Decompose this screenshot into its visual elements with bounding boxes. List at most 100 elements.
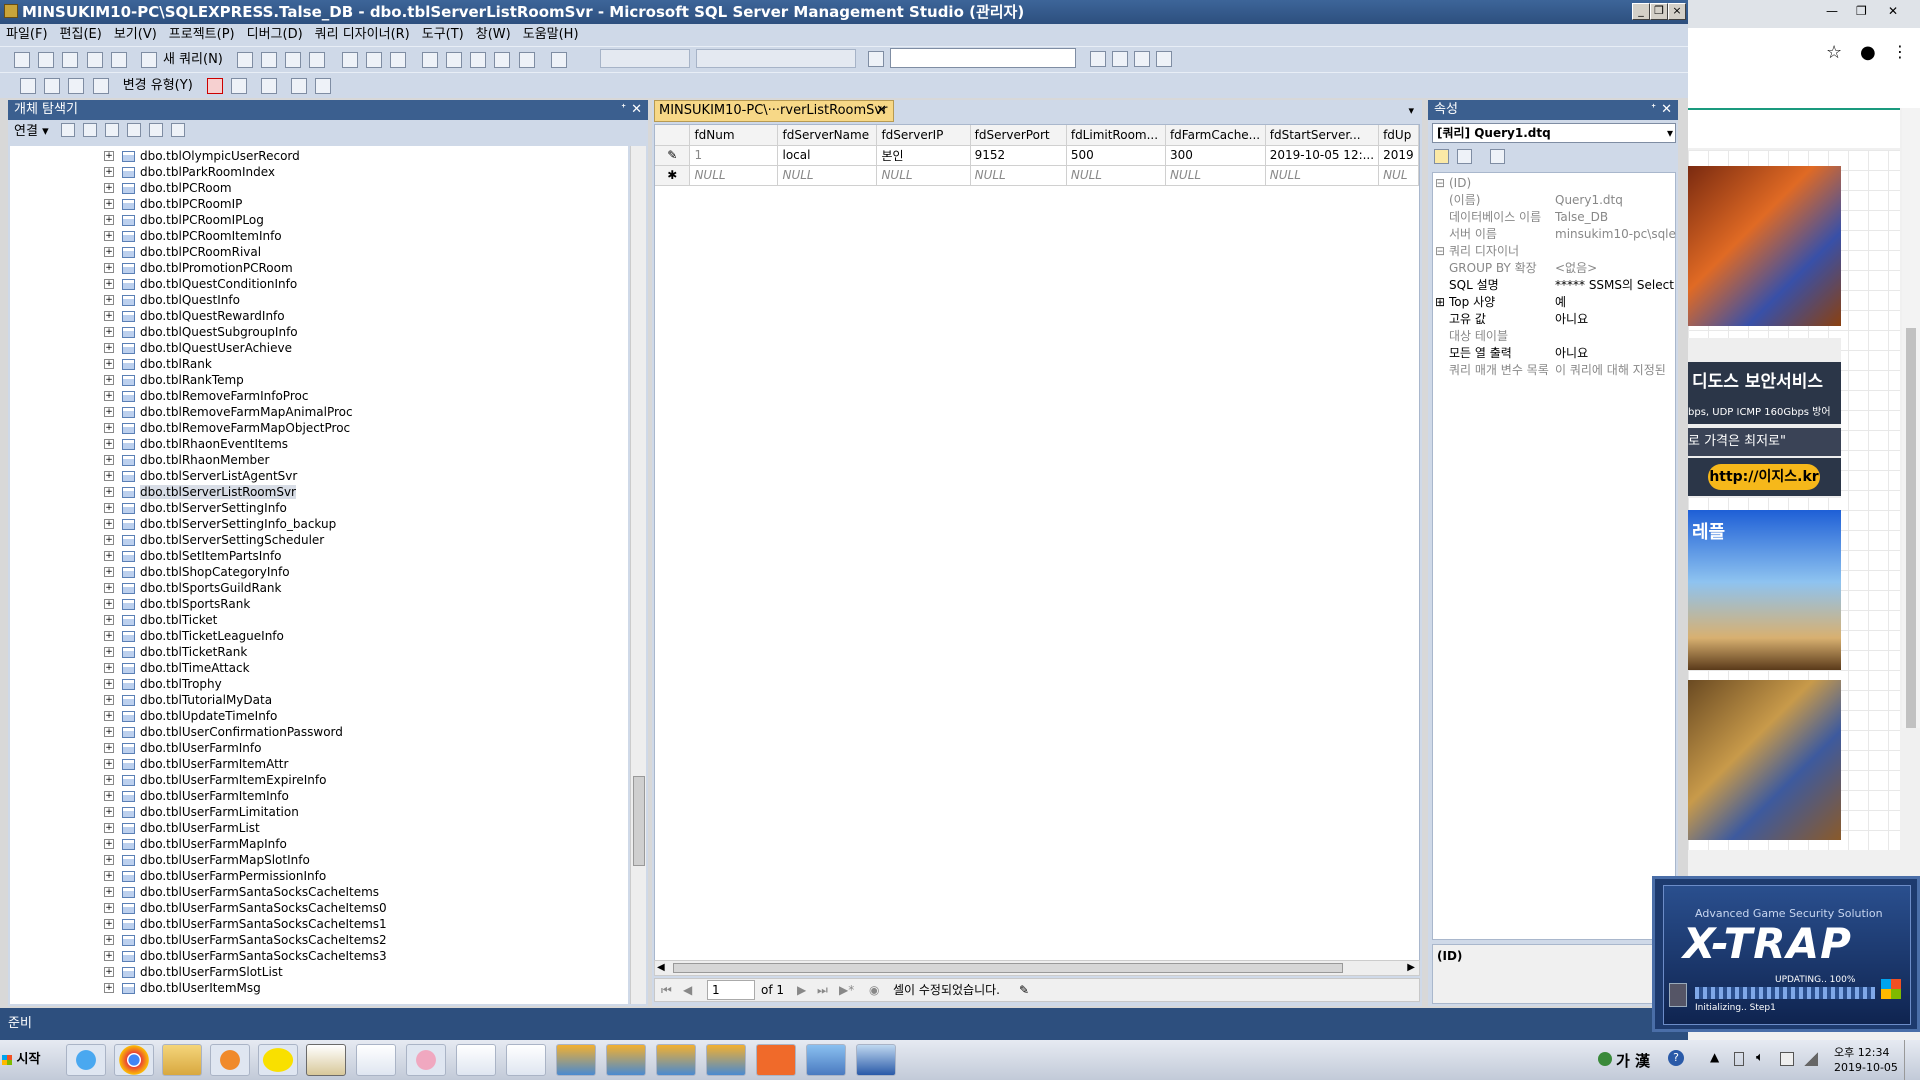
expand-icon[interactable]: + <box>104 375 114 385</box>
tree-item-table[interactable]: + dbo.tblShopCategoryInfo <box>10 564 628 580</box>
property-value[interactable]: Query1.dtq <box>1555 192 1681 209</box>
row-edit-marker-icon[interactable]: ✎ <box>655 145 691 166</box>
help-icon[interactable]: ? <box>1668 1050 1684 1066</box>
expand-icon[interactable]: + <box>104 519 114 529</box>
expand-icon[interactable]: + <box>104 935 114 945</box>
object-explorer-toolbar-icon[interactable] <box>1112 51 1128 67</box>
tree-item-table[interactable]: + dbo.tblQuestConditionInfo <box>10 276 628 292</box>
mfc-app-icon-2[interactable] <box>606 1044 646 1076</box>
first-record-icon[interactable]: ⏮ <box>661 979 672 1001</box>
grid-cell[interactable]: NULL <box>689 165 779 186</box>
tree-item-table[interactable]: + dbo.tblRemoveFarmMapAnimalProc <box>10 404 628 420</box>
property-value[interactable]: <없음> <box>1555 260 1681 277</box>
start-button[interactable]: 시작 <box>2 1046 50 1074</box>
tree-item-table[interactable]: + dbo.tblTimeAttack <box>10 660 628 676</box>
navigate-back-icon[interactable] <box>470 52 487 68</box>
expand-icon[interactable]: + <box>104 599 114 609</box>
grid-column-header[interactable]: fdServerIP <box>876 125 971 146</box>
property-value[interactable]: minsukim10-pc\sqle <box>1555 226 1681 243</box>
expand-icon[interactable]: + <box>104 951 114 961</box>
property-row[interactable]: 서버 이름 minsukim10-pc\sqle <box>1433 226 1676 243</box>
expand-icon[interactable]: + <box>104 263 114 273</box>
tree-item-table[interactable]: + dbo.tblUserFarmItemAttr <box>10 756 628 772</box>
tree-item-table[interactable]: + dbo.tblQuestSubgroupInfo <box>10 324 628 340</box>
start-debug-icon[interactable] <box>550 52 567 68</box>
collapse-icon[interactable]: ⊟ <box>1435 175 1445 192</box>
undo-icon[interactable] <box>422 52 438 68</box>
activity-monitor-icon[interactable] <box>518 52 535 68</box>
tree-item-table[interactable]: + dbo.tblRank <box>10 356 628 372</box>
restore-icon[interactable]: ❐ <box>1856 4 1867 18</box>
tab-close-icon[interactable]: ✕ <box>876 101 887 121</box>
filter-icon[interactable] <box>127 123 142 137</box>
tree-item-table[interactable]: + dbo.tblTicketRank <box>10 644 628 660</box>
save-icon[interactable] <box>86 52 103 68</box>
categorized-icon[interactable] <box>1434 149 1449 164</box>
expand-icon[interactable]: + <box>104 919 114 929</box>
tree-item-table[interactable]: + dbo.tblRankTemp <box>10 372 628 388</box>
window-icon-2[interactable] <box>506 1044 546 1076</box>
scroll-thumb[interactable] <box>633 776 645 866</box>
mfc-app-icon-1[interactable] <box>556 1044 596 1076</box>
xtrap-taskbar-icon[interactable] <box>756 1044 796 1076</box>
expand-icon[interactable]: + <box>104 903 114 913</box>
grid-cell[interactable]: NULL <box>1165 165 1266 186</box>
tree-item-table[interactable]: + dbo.tblTicketLeagueInfo <box>10 628 628 644</box>
game-banner-3[interactable] <box>1688 680 1841 840</box>
find-icon[interactable] <box>868 51 884 67</box>
stop-circle-icon[interactable]: ◉ <box>869 979 879 1001</box>
game-banner-2[interactable]: 레플 <box>1688 510 1841 670</box>
kakaotalk-icon[interactable] <box>258 1044 298 1076</box>
property-value[interactable]: 이 쿼리에 대해 지정된 <box>1555 362 1681 379</box>
grid-cell[interactable]: 2019 <box>1378 145 1419 166</box>
expand-icon[interactable]: + <box>104 199 114 209</box>
tree-item-table[interactable]: + dbo.tblPromotionPCRoom <box>10 260 628 276</box>
grid-cell[interactable]: NULL <box>1066 165 1166 186</box>
collapse-icon[interactable]: ⊟ <box>1435 243 1445 260</box>
menu-item[interactable]: 편집(E) <box>54 24 108 46</box>
platform-dropdown[interactable] <box>696 49 856 68</box>
clock-time[interactable]: 오후 12:34 <box>1834 1044 1889 1060</box>
tree-item-table[interactable]: + dbo.tblTrophy <box>10 676 628 692</box>
scroll-right-icon[interactable]: ▶ <box>1407 962 1415 973</box>
ime-indicator[interactable]: 가 漢 <box>1616 1050 1650 1071</box>
property-value[interactable]: ***** SSMS의 Select <box>1555 277 1681 294</box>
analysis-query-icon[interactable] <box>261 52 278 68</box>
volume-icon[interactable]: 🔈︎ <box>1756 1050 1764 1065</box>
show-results-pane-icon[interactable] <box>92 78 109 94</box>
expand-icon[interactable]: + <box>104 439 114 449</box>
restore-button[interactable]: ❐ <box>1650 3 1668 20</box>
expand-icon[interactable]: + <box>104 615 114 625</box>
tree-item-table[interactable]: + dbo.tblUserFarmSantaSocksCacheItems1 <box>10 916 628 932</box>
last-record-icon[interactable]: ⏭ <box>817 979 828 1001</box>
summary-icon[interactable] <box>171 123 186 137</box>
grid-cell[interactable]: local <box>777 145 878 166</box>
tree-item-table[interactable]: + dbo.tblSportsRank <box>10 596 628 612</box>
menu-item[interactable]: 디버그(D) <box>241 24 309 46</box>
navigate-forward-icon[interactable] <box>494 52 511 68</box>
tree-item-table[interactable]: + dbo.tblUserFarmMapInfo <box>10 836 628 852</box>
add-item-icon[interactable] <box>38 52 55 68</box>
ie-icon[interactable] <box>66 1044 106 1076</box>
expand-icon[interactable]: + <box>104 663 114 673</box>
grid-h-scrollbar[interactable]: ◀ ▶ <box>654 960 1420 976</box>
next-record-icon[interactable]: ▶ <box>797 979 806 1001</box>
window-layout-icon[interactable] <box>1156 51 1172 67</box>
expand-icon[interactable]: + <box>104 423 114 433</box>
expand-icon[interactable]: + <box>104 167 114 177</box>
tree-item-table[interactable]: + dbo.tblUserFarmList <box>10 820 628 836</box>
expand-icon[interactable]: + <box>104 503 114 513</box>
grid-cell[interactable]: 1 <box>689 145 779 166</box>
property-value[interactable]: Talse_DB <box>1555 209 1681 226</box>
close-icon[interactable]: ✕ <box>1888 4 1898 18</box>
grid-column-header[interactable]: fdNum <box>689 125 779 146</box>
menu-item[interactable]: 프로젝트(P) <box>163 24 241 46</box>
expand-icon[interactable]: + <box>104 343 114 353</box>
tree-item-table[interactable]: + dbo.tblServerListAgentSvr <box>10 468 628 484</box>
expand-icon[interactable]: + <box>104 823 114 833</box>
more-menu-icon[interactable]: ⋮ <box>1892 42 1908 61</box>
tree-item-table[interactable]: + dbo.tblUserFarmSantaSocksCacheItems3 <box>10 948 628 964</box>
tree-item-table[interactable]: + dbo.tblPCRoomIP <box>10 196 628 212</box>
solution-config-dropdown[interactable] <box>600 49 690 68</box>
show-sql-pane-icon[interactable] <box>68 78 85 94</box>
